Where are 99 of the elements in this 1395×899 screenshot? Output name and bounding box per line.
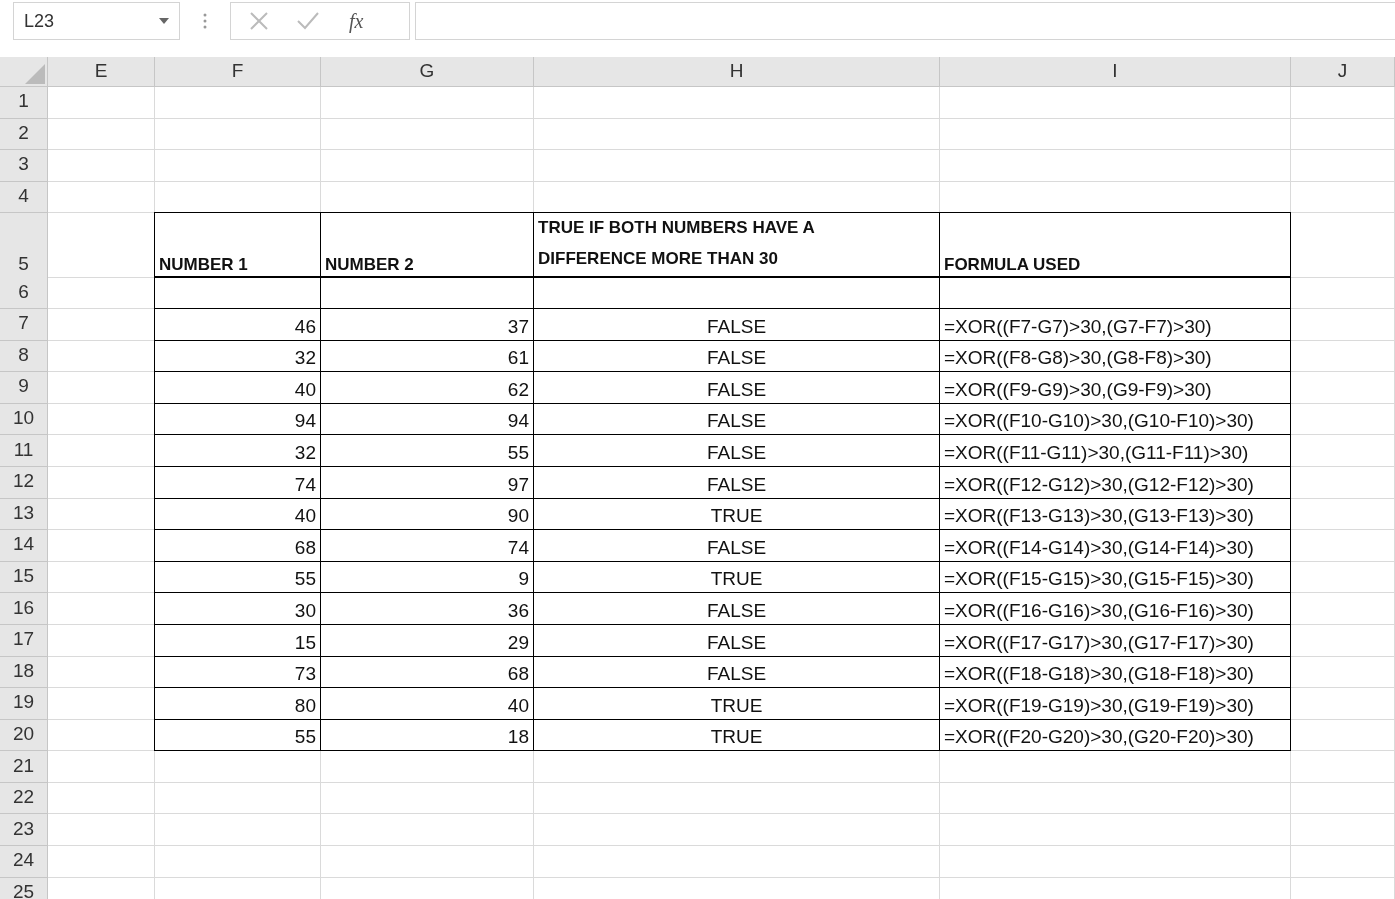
table-cell: 40 [294,378,316,401]
row-header[interactable]: 8 [0,340,48,373]
table-cell: TRUE [710,726,763,749]
row-header[interactable]: 16 [0,593,48,625]
row-header[interactable]: 6 [0,277,48,309]
table-cell: 9 [518,568,529,591]
table-cell: =XOR((F15-G15)>30,(G15-F15)>30) [944,568,1254,591]
column-heading: NUMBER 1 [159,254,248,275]
row-header[interactable]: 10 [0,403,48,436]
table-cell: 18 [507,726,529,749]
table-cell: =XOR((F14-G14)>30,(G14-F14)>30) [944,536,1254,559]
row-header[interactable]: 14 [0,530,48,562]
row-header[interactable]: 2 [0,118,48,151]
table-cell: 40 [294,505,316,528]
column-heading: TRUE IF BOTH NUMBERS HAVE A DIFFERENCE MORE THAN 30 [538,217,816,270]
table-cell: 97 [507,473,529,496]
table-cell: 68 [294,536,316,559]
table-cell: FALSE [706,378,767,401]
table-cell: =XOR((F9-G9)>30,(G9-F9)>30) [944,378,1212,401]
table-cell: 74 [507,536,529,559]
caret-icon [159,18,169,24]
column-header[interactable]: G [321,57,534,87]
table-cell: TRUE [710,505,763,528]
row-header[interactable]: 3 [0,150,48,182]
table-cell: 94 [294,410,316,433]
row-header[interactable]: 19 [0,688,48,720]
table-cell: 29 [507,631,529,654]
table-cell: 73 [294,663,316,686]
table-cell: =XOR((F10-G10)>30,(G10-F10)>30) [944,410,1254,433]
row-header[interactable]: 20 [0,719,48,752]
row-header[interactable]: 23 [0,814,48,847]
row-header[interactable]: 22 [0,782,48,815]
table-cell: TRUE [710,568,763,591]
column-header[interactable]: E [48,57,155,87]
table-cell: =XOR((F18-G18)>30,(G18-F18)>30) [944,663,1254,686]
row-header[interactable]: 15 [0,561,48,594]
table-cell: FALSE [706,315,767,338]
cancel-icon[interactable] [249,11,269,31]
table-cell: 74 [294,473,316,496]
table-cell: 94 [507,410,529,433]
select-all-icon[interactable] [25,64,45,84]
table-cell: =XOR((F7-G7)>30,(G7-F7)>30) [944,315,1212,338]
table-cell: 68 [507,663,529,686]
table-cell: FALSE [706,631,767,654]
table-cell: =XOR((F11-G11)>30,(G11-F11)>30) [944,441,1249,464]
table-cell: 55 [294,568,316,591]
row-header[interactable]: 1 [0,87,48,119]
table-cell: 61 [507,347,529,370]
table-cell: 30 [294,599,316,622]
row-header[interactable]: 18 [0,656,48,689]
row-header[interactable]: 9 [0,372,48,404]
table-cell: 15 [294,631,316,654]
table-cell: FALSE [706,410,767,433]
table-cell: 46 [294,315,316,338]
table-cell: =XOR((F8-G8)>30,(G8-F8)>30) [944,347,1212,370]
table-cell: 32 [294,441,316,464]
table-cell: 80 [294,694,316,717]
table-cell: 90 [507,505,529,528]
table-cell: 55 [294,726,316,749]
table-cell: =XOR((F19-G19)>30,(G19-F19)>30) [944,694,1254,717]
table-cell: 40 [507,694,529,717]
table-cell: 55 [507,441,529,464]
row-header[interactable]: 17 [0,624,48,657]
name-box[interactable]: L23 [13,2,180,40]
more-icon[interactable] [203,13,207,29]
row-header[interactable]: 13 [0,498,48,531]
table-cell: 37 [507,315,529,338]
table-cell: =XOR((F13-G13)>30,(G13-F13)>30) [944,505,1254,528]
table-cell: =XOR((F12-G12)>30,(G12-F12)>30) [944,473,1254,496]
table-cell: FALSE [706,663,767,686]
row-header[interactable]: 12 [0,466,48,499]
table-cell: FALSE [706,536,767,559]
row-header[interactable]: 21 [0,751,48,783]
table-cell: 62 [507,378,529,401]
table-cell: =XOR((F16-G16)>30,(G16-F16)>30) [944,599,1254,622]
column-header[interactable]: F [155,57,321,87]
column-header[interactable]: H [534,57,940,87]
check-icon[interactable] [297,12,319,30]
row-header[interactable]: 11 [0,435,48,467]
row-header[interactable]: 25 [0,877,48,899]
column-heading: FORMULA USED [944,254,1081,275]
table-cell: 36 [507,599,529,622]
column-header[interactable]: J [1291,57,1395,87]
insert-function-button[interactable]: fx [347,9,366,33]
row-header[interactable]: 4 [0,181,48,214]
row-header[interactable]: 5 [0,213,48,278]
row-header[interactable]: 7 [0,308,48,341]
column-header[interactable]: I [940,57,1291,87]
formula-input[interactable] [415,2,1395,40]
table-cell: =XOR((F17-G17)>30,(G17-F17)>30) [944,631,1254,654]
table-cell: 32 [294,347,316,370]
column-heading: NUMBER 2 [325,254,414,275]
table-cell: TRUE [710,694,763,717]
table-cell: FALSE [706,347,767,370]
table-cell: FALSE [706,441,767,464]
table-cell: =XOR((F20-G20)>30,(G20-F20)>30) [944,726,1254,749]
row-header[interactable]: 24 [0,846,48,878]
table-cell: FALSE [706,473,767,496]
table-cell: FALSE [706,599,767,622]
